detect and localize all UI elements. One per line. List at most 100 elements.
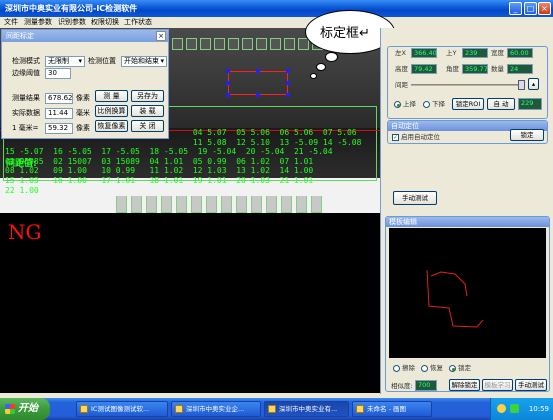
template-learn-button[interactable]: 模板学习 (482, 379, 513, 391)
radio-down[interactable] (423, 101, 430, 108)
dialog-close-button[interactable]: 关 闭 (131, 120, 164, 132)
radio-lock[interactable] (449, 365, 456, 372)
roi-handle[interactable] (226, 93, 230, 97)
width-label: 宽度 (491, 49, 504, 57)
tray-icon[interactable] (510, 404, 519, 413)
spacing-label: 间距值: (6, 159, 37, 169)
taskbar-item[interactable]: 未命名 - 画图 (352, 401, 432, 417)
template-canvas[interactable] (389, 228, 546, 358)
roi-handle[interactable] (286, 69, 290, 73)
menu-recognize-params[interactable]: 识别参数 (58, 17, 86, 28)
radio-down-label: 下择 (432, 100, 445, 108)
roi-handle[interactable] (286, 81, 290, 85)
ic-pin (251, 196, 262, 213)
save-as-button[interactable]: 另存为 (131, 90, 164, 102)
roi-group: 左X 366.40 上Y 239 宽度 60.00 高度 79.42 角度 35… (387, 46, 548, 119)
roi-handle[interactable] (226, 69, 230, 73)
taskbar-item[interactable]: IC测试图像测试软... (76, 401, 168, 417)
ic-pin (131, 196, 142, 213)
minimize-button[interactable]: _ (509, 2, 522, 15)
radio-erase[interactable] (393, 365, 400, 372)
measurement-row: 15 -5.07 16 -5.05 17 -5.05 18 -5.05 19 -… (5, 147, 333, 157)
height-field[interactable]: 79.42 (411, 64, 437, 74)
roi-handle[interactable] (226, 81, 230, 85)
taskbar-item[interactable]: 深圳市中奥实业企... (171, 401, 261, 417)
gap-slider-thumb[interactable] (518, 80, 525, 90)
start-label: 开始 (18, 403, 38, 414)
taskbar-item-label: IC测试图像测试软... (91, 405, 150, 413)
ic-pin-top (270, 38, 281, 50)
taskbar-item[interactable]: 深圳市中奥实业有... (264, 401, 349, 417)
ratio-convert-button[interactable]: 比例换算 (95, 105, 128, 117)
chevron-down-icon: ▾ (78, 57, 82, 65)
ic-pin (296, 196, 307, 213)
top-y-field[interactable]: 239 (462, 48, 488, 58)
measurement-row: 22 1.00 (5, 185, 39, 195)
detect-pos-select[interactable]: 开始和结束 ▾ (121, 56, 167, 67)
calibration-dialog: 间距标定 × 检测模式 无限制 ▾ 检测位置 开始和结束 ▾ 边缘阈值 30 测量结… (1, 29, 169, 139)
ic-pin-top (228, 38, 239, 50)
autolocate-checkbox[interactable]: ✓ (392, 134, 399, 141)
width-field[interactable]: 60.00 (507, 48, 533, 58)
edge-threshold-label: 边缘阈值 (12, 69, 40, 77)
restore-pixel-button[interactable]: 恢复像素 (95, 120, 128, 132)
start-button[interactable]: 开始 (0, 398, 50, 420)
dialog-close-icon[interactable]: × (156, 31, 166, 41)
load-button[interactable]: 装 载 (131, 105, 164, 117)
tray-icon[interactable] (497, 404, 506, 413)
detect-pos-label: 检测位置 (88, 57, 116, 65)
similarity-label: 相似度: (391, 382, 413, 390)
measurement-row: 11 5.08 12 5.10 13 -5.09 14 -5.08 (5, 137, 362, 147)
autolocate-lock-button[interactable]: 锁定 (510, 129, 544, 141)
angle-field[interactable]: 359.77 (462, 64, 488, 74)
gap-slider-track[interactable] (411, 84, 523, 86)
template-manual-test-button[interactable]: 手动测试 (515, 379, 547, 391)
ic-pin-top (242, 38, 253, 50)
menu-work-status[interactable]: 工作状态 (124, 17, 152, 28)
roi-handle[interactable] (256, 69, 260, 73)
menu-file[interactable]: 文件 (4, 17, 18, 28)
menu-permission[interactable]: 权限切换 (91, 17, 119, 28)
ng-result: NG (8, 220, 42, 244)
detect-pos-value: 开始和结束 (124, 57, 159, 65)
detect-mode-select[interactable]: 无限制 ▾ (45, 56, 85, 67)
template-drawing (426, 269, 484, 328)
menu-measure-params[interactable]: 测量参数 (24, 17, 52, 28)
lock-roi-button[interactable]: 锁定ROI (452, 98, 484, 110)
unlock-button[interactable]: 解除锁定 (449, 379, 480, 391)
similarity-field[interactable]: 700 (415, 380, 437, 391)
app-icon (80, 405, 88, 413)
callout-text: 标定框↵ (320, 26, 370, 41)
mm-unit: 像素 (76, 124, 90, 132)
clock[interactable]: 10:59 (529, 398, 549, 420)
ic-pin-top (200, 38, 211, 50)
maximize-button[interactable]: □ (524, 2, 537, 15)
edge-threshold-input[interactable]: 30 (45, 68, 71, 79)
measure-result-label: 测量结果 (12, 94, 40, 102)
taskbar-item-label: 深圳市中奥实业有... (279, 405, 338, 413)
window-titlebar: 深圳市中奥实业有限公司-IC检测软件 (0, 0, 553, 17)
count-field[interactable]: 24 (507, 64, 533, 74)
calibration-box[interactable] (228, 71, 288, 95)
measurement-row: 08 1.02 09 1.00 10 0.99 11 1.02 12 1.03 … (5, 166, 314, 176)
close-button[interactable]: × (538, 2, 551, 15)
roi-handle[interactable] (286, 93, 290, 97)
left-x-field[interactable]: 366.40 (411, 48, 437, 58)
auto-button[interactable]: 自 动 (487, 98, 515, 110)
windows-logo-icon (5, 404, 15, 414)
paint-icon (356, 405, 364, 413)
ic-pin-top (284, 38, 295, 50)
measure-button[interactable]: 测 量 (95, 90, 128, 102)
ic-pin (236, 196, 247, 213)
ic-pin (266, 196, 277, 213)
roi-handle[interactable] (256, 93, 260, 97)
radio-restore[interactable] (421, 365, 428, 372)
radio-up[interactable] (394, 101, 401, 108)
manual-test-button[interactable]: 手动测试 (393, 191, 437, 205)
actual-value-field[interactable]: 11.44 (45, 108, 73, 119)
auto-value-field[interactable]: 229 (518, 98, 542, 110)
mm-pixel-field[interactable]: 59.32 (45, 123, 73, 134)
system-tray: 10:59 (490, 398, 553, 420)
measure-result-field[interactable]: 678.62 (45, 93, 73, 104)
gap-spinner[interactable]: ▴ (528, 78, 539, 90)
